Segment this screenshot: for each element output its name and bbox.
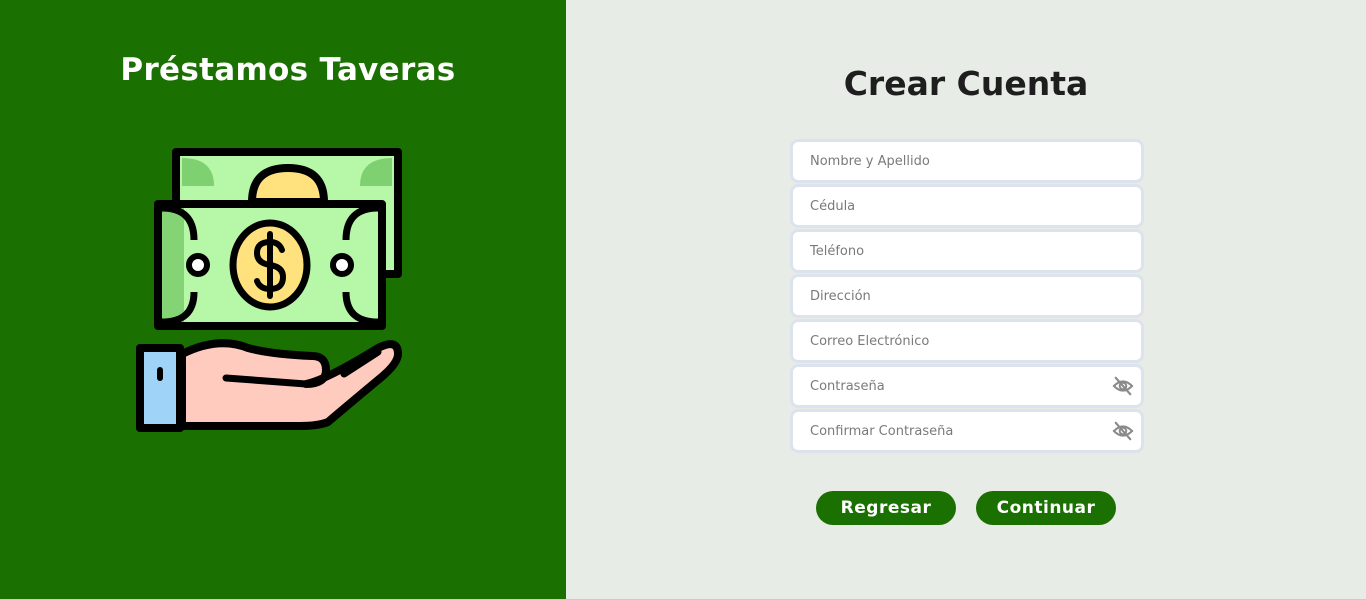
confirm-password-field (793, 412, 1141, 450)
password-input[interactable] (793, 367, 1141, 405)
open-hand (136, 339, 402, 432)
front-banknote (154, 200, 386, 330)
brand-title: Préstamos Taveras (120, 52, 456, 88)
password-field (793, 367, 1141, 405)
confirm-password-input[interactable] (793, 412, 1141, 450)
eye-slash-icon[interactable] (1112, 421, 1134, 441)
id-number-input[interactable] (793, 187, 1141, 225)
full-name-field (793, 142, 1141, 180)
eye-slash-icon[interactable] (1112, 376, 1134, 396)
address-field (793, 277, 1141, 315)
email-input[interactable] (793, 322, 1141, 360)
form-title: Crear Cuenta (843, 64, 1089, 103)
money-hand-illustration (136, 148, 402, 432)
email-field (793, 322, 1141, 360)
address-input[interactable] (793, 277, 1141, 315)
back-button[interactable]: Regresar (816, 491, 956, 525)
phone-field (793, 232, 1141, 270)
full-name-input[interactable] (793, 142, 1141, 180)
continue-button[interactable]: Continuar (976, 491, 1116, 525)
id-number-field (793, 187, 1141, 225)
phone-input[interactable] (793, 232, 1141, 270)
